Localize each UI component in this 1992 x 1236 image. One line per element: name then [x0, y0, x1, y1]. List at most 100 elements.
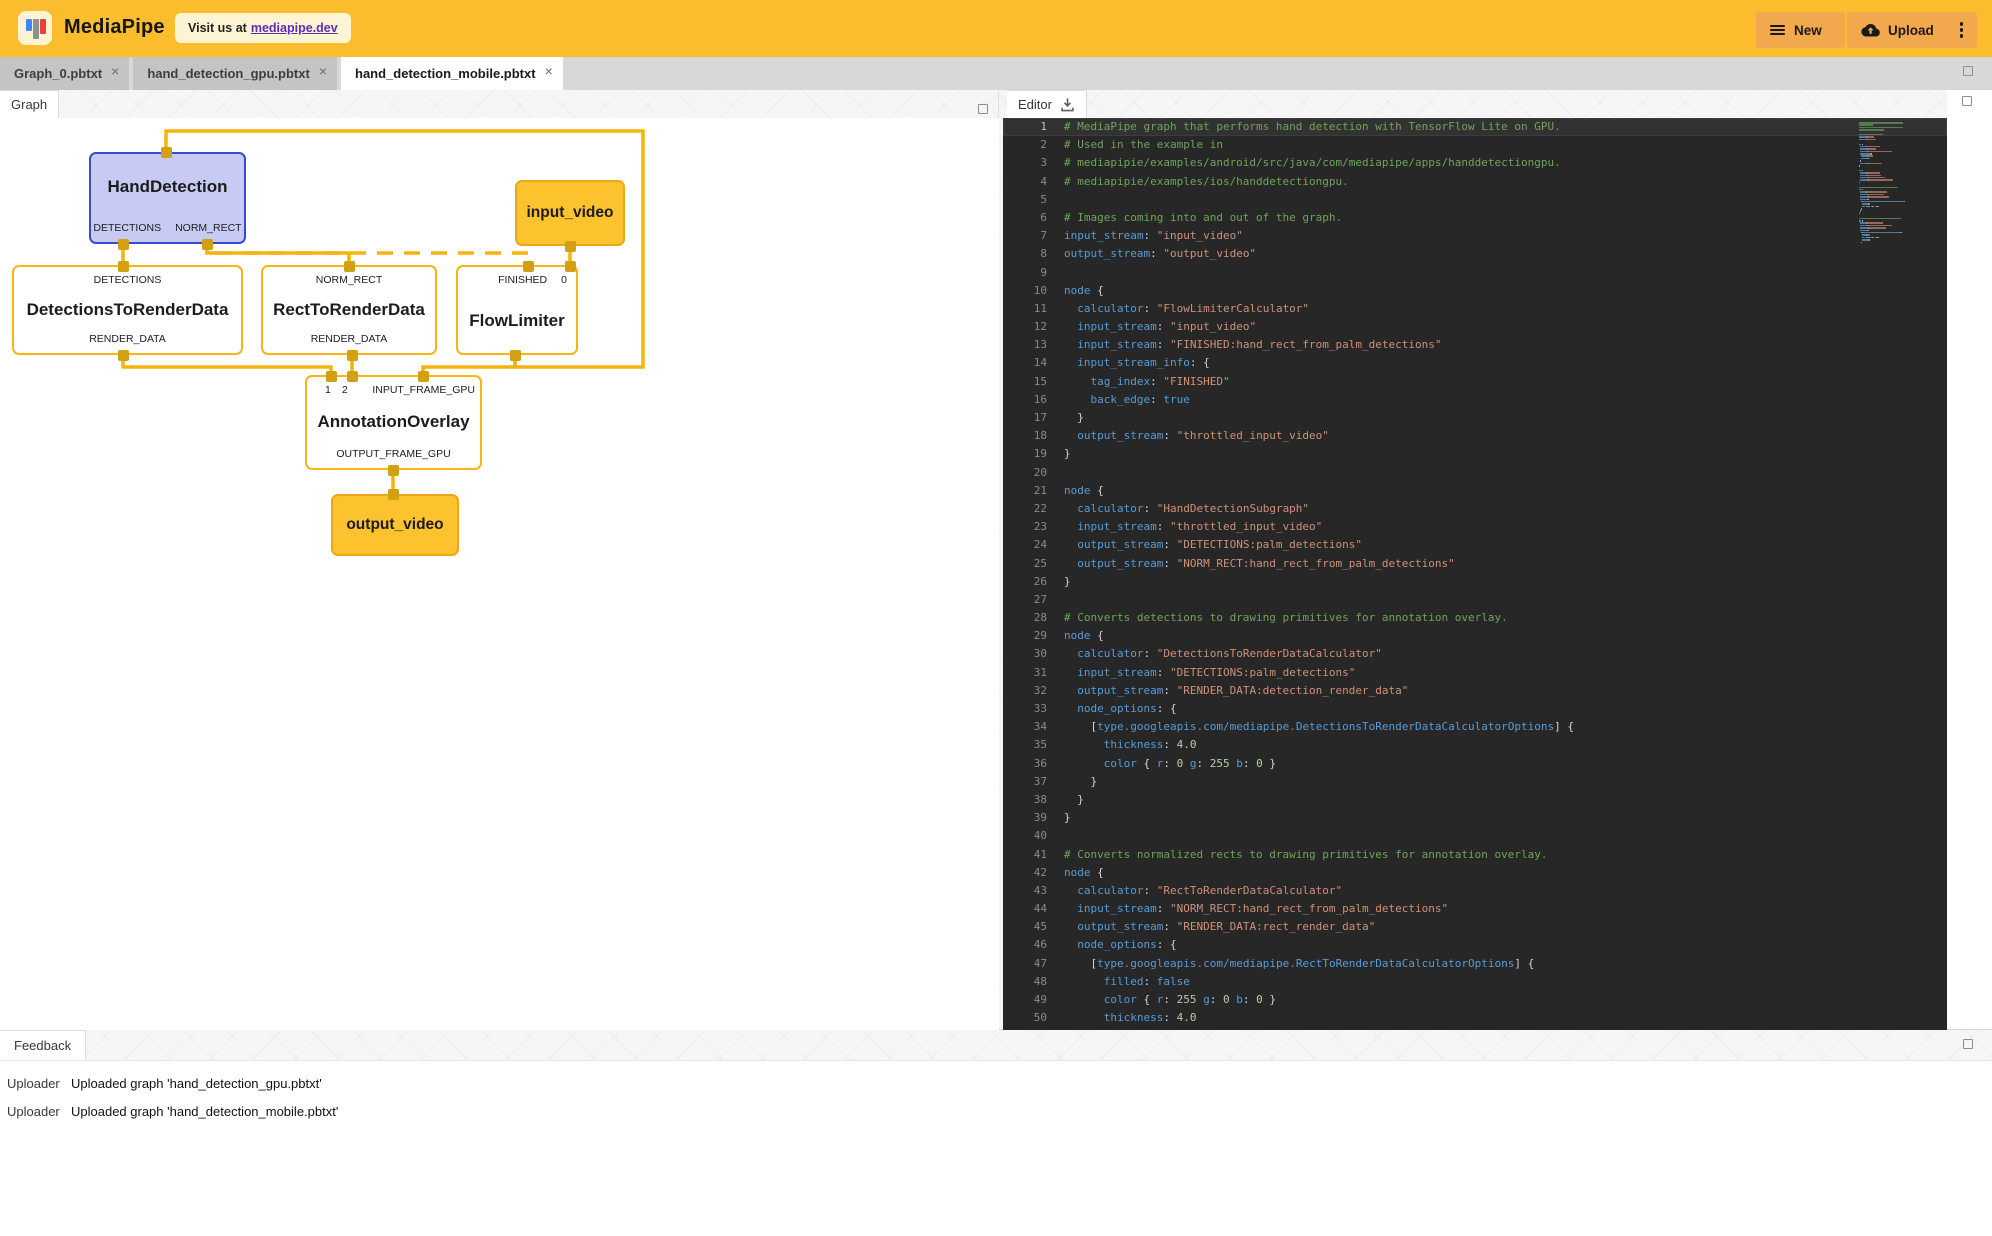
code-line: 21node { [1003, 482, 1947, 500]
code-text: # mediapipie/examples/ios/handdetectiong… [1064, 173, 1349, 191]
line-number: 20 [1003, 464, 1047, 482]
code-line: 46 node_options: { [1003, 936, 1947, 954]
graph-node-DetectionsToRenderData[interactable]: DETECTIONSDetectionsToRenderDataRENDER_D… [12, 265, 243, 355]
port-label: NORM_RECT [316, 274, 383, 286]
code-line: 10node { [1003, 282, 1947, 300]
code-text: node { [1064, 627, 1104, 645]
line-number: 36 [1003, 755, 1047, 773]
code-text: } [1064, 445, 1071, 463]
close-tab-icon[interactable]: × [319, 63, 327, 79]
file-tab-hand_detection_gpu.pbtxt[interactable]: hand_detection_gpu.pbtxt× [133, 57, 337, 90]
feedback-panel-tab[interactable]: Feedback [0, 1030, 86, 1060]
port-connector-icon [118, 261, 129, 272]
node-ports: DETECTIONSNORM_RECT [91, 219, 244, 242]
line-number: 15 [1003, 373, 1047, 391]
line-number: 30 [1003, 645, 1047, 663]
port-connector-icon [388, 465, 399, 476]
code-line: 27 [1003, 591, 1947, 609]
graph-canvas[interactable]: HandDetectionDETECTIONSNORM_RECT input_vi… [0, 118, 999, 1030]
feedback-message: Uploaded graph 'hand_detection_mobile.pb… [71, 1104, 338, 1119]
line-number: 4 [1003, 173, 1047, 191]
code-editor[interactable]: 1# MediaPipe graph that performs hand de… [1003, 118, 1947, 1030]
code-text: node { [1064, 282, 1104, 300]
line-number: 49 [1003, 991, 1047, 1009]
close-tab-icon[interactable]: × [545, 63, 553, 79]
code-line: 9 [1003, 264, 1947, 282]
line-number: 29 [1003, 627, 1047, 645]
upload-button[interactable]: Upload [1847, 12, 1977, 48]
graph-node-RectToRenderData[interactable]: NORM_RECTRectToRenderDataRENDER_DATA [261, 265, 437, 355]
expand-editor-panel-icon[interactable] [1962, 96, 1972, 106]
editor-minimap[interactable] [1859, 122, 1933, 244]
line-number: 50 [1003, 1009, 1047, 1027]
node-title: DetectionsToRenderData [14, 289, 241, 330]
code-lines: 1# MediaPipe graph that performs hand de… [1003, 118, 1947, 1030]
code-line: 23 input_stream: "throttled_input_video" [1003, 518, 1947, 536]
graph-node-output_video[interactable]: output_video [331, 494, 459, 556]
mediapipe-dev-link[interactable]: mediapipe.dev [251, 21, 338, 35]
code-line: 2# Used in the example in [1003, 136, 1947, 154]
line-number: 26 [1003, 573, 1047, 591]
port-connector-icon [388, 489, 399, 500]
code-text: calculator: "DetectionsToRenderDataCalcu… [1064, 645, 1382, 663]
line-number: 32 [1003, 682, 1047, 700]
code-line: 40 [1003, 827, 1947, 845]
node-title: AnnotationOverlay [307, 399, 480, 445]
code-text: calculator: "HandDetectionSubgraph" [1064, 500, 1309, 518]
file-tab-hand_detection_mobile.pbtxt[interactable]: hand_detection_mobile.pbtxt× [341, 57, 563, 90]
feedback-strip: Feedback [0, 1030, 1992, 1061]
expand-graph-panel-icon[interactable] [978, 104, 988, 114]
code-text: } [1064, 573, 1071, 591]
file-tab-Graph_0.pbtxt[interactable]: Graph_0.pbtxt × [0, 57, 129, 90]
code-text: node { [1064, 864, 1104, 882]
line-number: 19 [1003, 445, 1047, 463]
line-number: 45 [1003, 918, 1047, 936]
graph-node-HandDetection[interactable]: HandDetectionDETECTIONSNORM_RECT [89, 152, 246, 244]
expand-feedback-panel-icon[interactable] [1963, 1039, 1973, 1049]
code-line: 4 # mediapipie/examples/ios/handdetection… [1003, 173, 1947, 191]
feedback-panel: Feedback UploaderUploaded graph 'hand_de… [0, 1030, 1992, 1236]
code-line: 6# Images coming into and out of the gra… [1003, 209, 1947, 227]
close-tab-icon[interactable]: × [111, 63, 119, 79]
cloud-upload-icon [1861, 23, 1880, 37]
feedback-entry: UploaderUploaded graph 'hand_detection_m… [0, 1097, 1992, 1125]
mediapipe-logo-icon [18, 11, 52, 45]
code-text: input_stream: "DETECTIONS:palm_detection… [1064, 664, 1355, 682]
line-number: 5 [1003, 191, 1047, 209]
code-line: 43 calculator: "RectToRenderDataCalculat… [1003, 882, 1947, 900]
line-number: 47 [1003, 955, 1047, 973]
line-number: 22 [1003, 500, 1047, 518]
new-button[interactable]: New [1756, 12, 1845, 48]
code-line: 1# MediaPipe graph that performs hand de… [1003, 118, 1947, 136]
line-number: 48 [1003, 973, 1047, 991]
code-line: 8output_stream: "output_video" [1003, 245, 1947, 263]
editor-panel-tab[interactable]: Editor [1007, 90, 1087, 118]
port-label: 0 [561, 274, 567, 286]
line-number: 3 [1003, 154, 1047, 172]
line-number: 37 [1003, 773, 1047, 791]
graph-panel-tab[interactable]: Graph [0, 90, 59, 118]
code-text: input_stream_info: { [1064, 354, 1210, 372]
port-label: FINISHED [498, 274, 547, 286]
code-text: output_stream: "output_video" [1064, 245, 1256, 263]
line-number: 40 [1003, 827, 1047, 845]
expand-workspace-icon[interactable] [1963, 66, 1973, 76]
code-text: # MediaPipe graph that performs hand det… [1064, 118, 1561, 136]
graph-node-AnnotationOverlay[interactable]: 12INPUT_FRAME_GPUAnnotationOverlayOUTPUT… [305, 375, 482, 470]
code-text: output_stream: "RENDER_DATA:detection_re… [1064, 682, 1408, 700]
node-title: HandDetection [91, 154, 244, 219]
graph-node-input_video[interactable]: input_video [515, 180, 625, 246]
more-options-icon[interactable] [1956, 20, 1967, 39]
code-text: [type.googleapis.com/mediapipe.Detection… [1064, 718, 1574, 736]
code-text: back_edge: true [1064, 391, 1190, 409]
code-text: input_stream: "throttled_input_video" [1064, 518, 1322, 536]
line-number: 39 [1003, 809, 1047, 827]
code-line: 24 output_stream: "DETECTIONS:palm_detec… [1003, 536, 1947, 554]
download-icon[interactable] [1060, 97, 1075, 112]
main-split: Graph HandDetectionDETECTIONSNORM_RECTin… [0, 90, 1992, 1030]
code-line: 15 tag_index: "FINISHED" [1003, 373, 1947, 391]
file-tab-label: Graph_0.pbtxt [14, 66, 102, 81]
code-text: # Converts detections to drawing primiti… [1064, 609, 1508, 627]
code-line: 38 } [1003, 791, 1947, 809]
graph-node-FlowLimiter[interactable]: FINISHED0FlowLimiter [456, 265, 578, 355]
